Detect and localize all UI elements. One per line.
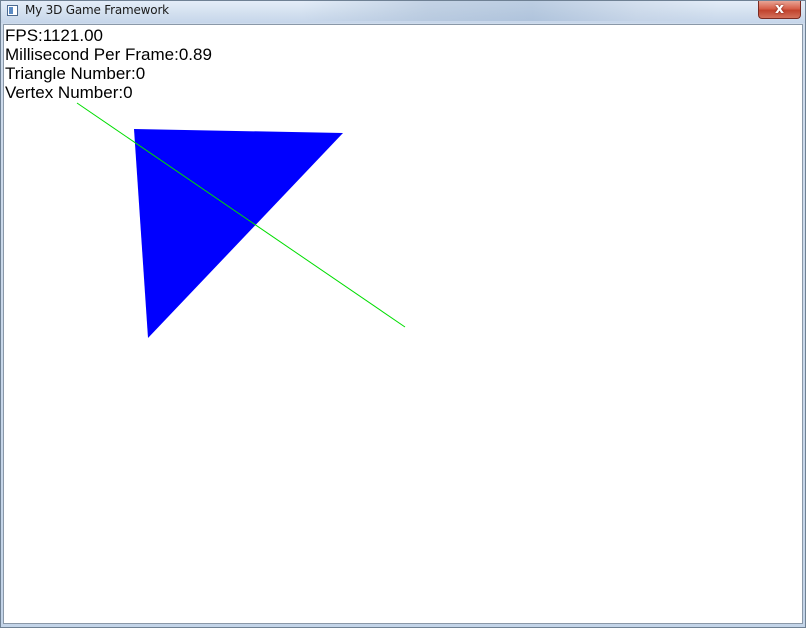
stats-overlay: FPS:1121.00 Millisecond Per Frame:0.89 T… — [5, 26, 212, 102]
close-button[interactable]: x — [758, 1, 801, 19]
fps-readout: FPS:1121.00 — [5, 26, 103, 45]
scene-canvas — [76, 102, 406, 338]
app-window-icon[interactable] — [7, 5, 18, 16]
vertex-count-readout: Vertex Number:0 — [5, 83, 133, 102]
close-icon: x — [774, 1, 785, 17]
app-window: My 3D Game Framework x FPS:1121.00 Milli… — [0, 0, 806, 628]
window-title: My 3D Game Framework — [25, 3, 169, 17]
blue-triangle — [134, 129, 343, 338]
ms-per-frame-readout: Millisecond Per Frame:0.89 — [5, 45, 212, 64]
title-bar-glass-reflection — [301, 1, 721, 21]
triangle-count-readout: Triangle Number:0 — [5, 64, 146, 83]
render-viewport[interactable]: FPS:1121.00 Millisecond Per Frame:0.89 T… — [3, 24, 803, 624]
title-bar[interactable]: My 3D Game Framework x — [1, 1, 805, 23]
